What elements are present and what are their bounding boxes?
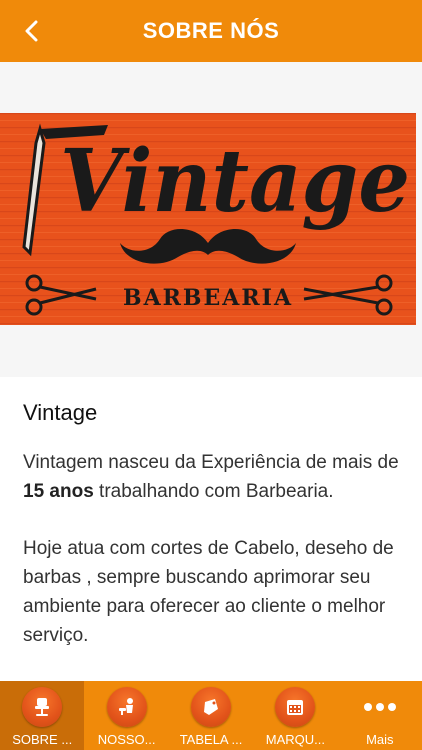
tab-label: SOBRE ...: [12, 732, 73, 747]
about-paragraph-2: Hoje atua com cortes de Cabelo, deseho d…: [23, 538, 394, 646]
tab-bar: SOBRE ... NOSSO... TABELA ... MARQU... M…: [0, 681, 422, 750]
tab-label: NOSSO...: [97, 732, 156, 747]
tab-label: TABELA ...: [179, 732, 243, 747]
banner-area: Vintage BARBEARIA: [0, 62, 422, 377]
more-icon: [360, 687, 400, 727]
about-content: Vintage Vintagem nasceu da Experiência d…: [23, 400, 403, 678]
tab-label: Mais: [366, 732, 394, 747]
back-button[interactable]: [14, 13, 50, 49]
chair-icon: [22, 687, 63, 727]
highlight-text: 15 anos: [23, 481, 94, 502]
svg-text:Vintage: Vintage: [60, 131, 410, 232]
paragraph-text: trabalhando com Barbearia.: [93, 481, 334, 502]
tab-sobre[interactable]: SOBRE ...: [0, 681, 85, 750]
chevron-left-icon: [25, 20, 38, 42]
tab-nosso[interactable]: NOSSO...: [84, 681, 168, 750]
tab-tabela[interactable]: TABELA ...: [169, 681, 253, 750]
page-title: SOBRE NÓS: [142, 18, 280, 43]
price-tag-icon: [191, 687, 232, 727]
tab-label: MARQU...: [265, 732, 326, 747]
about-paragraph-1: Vintagem nasceu da Experiência de mais d…: [23, 448, 403, 506]
tab-mais[interactable]: Mais: [338, 681, 422, 750]
vintage-barbearia-logo: Vintage BARBEARIA: [0, 113, 416, 325]
section-title: Vintage: [23, 400, 98, 425]
tab-marque[interactable]: MARQU...: [253, 681, 337, 750]
calendar-icon: [275, 687, 316, 727]
barber-icon: [106, 687, 147, 727]
svg-text:BARBEARIA: BARBEARIA: [123, 285, 293, 311]
header-bar: SOBRE NÓS: [0, 0, 422, 62]
paragraph-text: Vintagem nasceu da Experiência de mais d…: [23, 452, 399, 473]
